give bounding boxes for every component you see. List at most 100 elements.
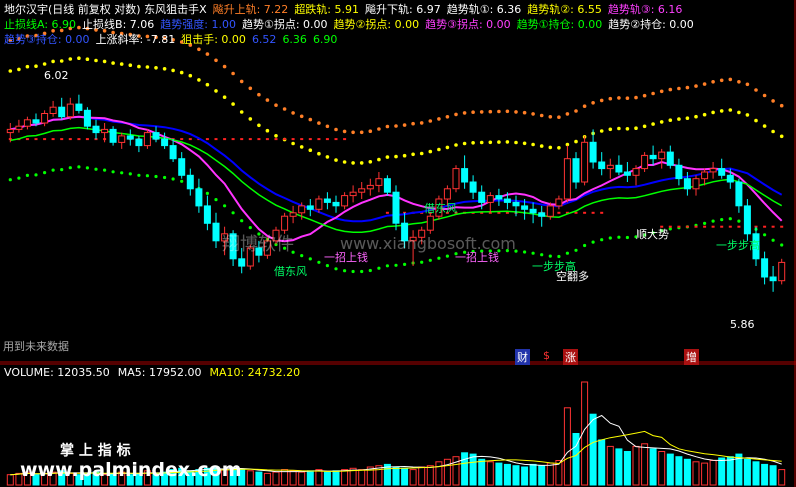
candle-body-80 bbox=[692, 178, 700, 190]
candle-body-2 bbox=[23, 119, 31, 127]
band-upper-dot-89 bbox=[771, 99, 775, 103]
volume-bar-65 bbox=[563, 407, 571, 486]
band-upper-dot-23 bbox=[205, 52, 210, 56]
band-upper-dot-34 bbox=[299, 114, 304, 119]
indicator-header-row-3: 趋势③持仓: 0.00 上涨斜率: -7.81 狙击手: 0.00 6.52 6.36 6… bbox=[4, 33, 343, 46]
candle-body-60 bbox=[521, 205, 529, 210]
stop-dot-2-82 bbox=[711, 225, 715, 228]
band-upper-dot-66 bbox=[574, 109, 578, 113]
band-mid-dot-31 bbox=[274, 134, 278, 138]
band-mid-dot-22 bbox=[197, 78, 201, 82]
band-mid-dot-76 bbox=[659, 120, 664, 124]
band-mid-dot-14 bbox=[128, 63, 133, 67]
candle-body-4 bbox=[41, 113, 49, 124]
volume-bar-71 bbox=[615, 448, 623, 486]
tag-dollar: $ bbox=[543, 349, 550, 362]
candle-body-56 bbox=[486, 195, 494, 203]
band-lower-dot-14 bbox=[128, 172, 132, 176]
band-upper-dot-85 bbox=[737, 80, 741, 84]
candle-body-69 bbox=[598, 161, 606, 170]
band-upper-dot-57 bbox=[497, 109, 501, 114]
band-lower-dot-27 bbox=[240, 219, 244, 223]
stop-dot-0-25 bbox=[223, 138, 227, 141]
band-mid-dot-78 bbox=[677, 117, 681, 121]
band-mid-dot-10 bbox=[94, 58, 98, 63]
band-mid-dot-6 bbox=[59, 59, 64, 63]
stop-dot-0-5 bbox=[51, 138, 55, 141]
band-upper-dot-52 bbox=[454, 112, 458, 117]
band-upper-dot-43 bbox=[377, 127, 381, 131]
stop-dot-1-64 bbox=[557, 211, 561, 214]
high-price-label: 6.02 bbox=[44, 69, 69, 82]
band-mid-dot-2 bbox=[25, 64, 30, 69]
candle-body-19 bbox=[169, 145, 177, 160]
band-upper-dot-70 bbox=[608, 96, 613, 101]
band-upper-dot-55 bbox=[479, 110, 484, 114]
row2-item-4: 趋势②拐点: 0.00 bbox=[333, 18, 420, 31]
volume-bar-49 bbox=[426, 465, 434, 486]
stop-dot-0-39 bbox=[343, 138, 347, 141]
volume-bar-70 bbox=[606, 445, 614, 486]
volume-bar-59 bbox=[512, 465, 520, 486]
candle-body-8 bbox=[75, 103, 83, 111]
candle-body-32 bbox=[281, 215, 289, 231]
candle-body-33 bbox=[289, 212, 297, 217]
volume-bar-47 bbox=[409, 469, 417, 486]
band-lower-dot-7 bbox=[68, 166, 72, 170]
tag-zhang: 涨 bbox=[563, 349, 578, 365]
band-lower-dot-10 bbox=[94, 167, 98, 171]
stop-dot-0-33 bbox=[291, 138, 295, 141]
band-mid-dot-27 bbox=[239, 110, 244, 114]
band-upper-dot-50 bbox=[437, 117, 441, 121]
candle-body-10 bbox=[92, 125, 100, 134]
stop-dot-2-78 bbox=[677, 225, 681, 228]
band-lower-dot-6 bbox=[60, 168, 64, 172]
row1-item-2: 超跌轨: 5.91 bbox=[294, 3, 360, 16]
volume-bar-82 bbox=[709, 460, 717, 486]
band-upper-dot-61 bbox=[531, 112, 535, 116]
band-upper-dot-90 bbox=[779, 103, 784, 108]
candle-body-70 bbox=[606, 164, 614, 170]
volume-bar-50 bbox=[435, 461, 443, 486]
band-lower-dot-28 bbox=[248, 226, 252, 230]
stop-dot-0-23 bbox=[205, 138, 209, 141]
band-upper-dot-49 bbox=[428, 119, 433, 123]
band-lower-dot-51 bbox=[445, 254, 449, 258]
volume-header: VOLUME: 12035.50 MA5: 17952.00 MA10: 24732… bbox=[4, 366, 308, 379]
band-upper-dot-86 bbox=[745, 82, 750, 87]
volume-bar-56 bbox=[486, 461, 494, 486]
candle-body-89 bbox=[769, 276, 777, 282]
candle-body-79 bbox=[683, 178, 691, 190]
candle-body-24 bbox=[212, 222, 220, 242]
band-lower-dot-61 bbox=[531, 251, 535, 255]
volume-bar-29 bbox=[255, 471, 263, 486]
band-lower-dot-35 bbox=[308, 257, 312, 261]
stop-dot-0-36 bbox=[317, 138, 321, 141]
stop-dot-2-79 bbox=[685, 225, 689, 228]
band-upper-dot-74 bbox=[642, 93, 647, 98]
volume-bar-83 bbox=[718, 457, 726, 486]
candle-body-15 bbox=[135, 138, 143, 147]
band-mid-dot-53 bbox=[462, 141, 467, 146]
candle-body-17 bbox=[152, 132, 160, 140]
band-lower-dot-5 bbox=[51, 168, 55, 172]
band-mid-dot-36 bbox=[317, 151, 321, 156]
band-lower-dot-49 bbox=[428, 258, 432, 262]
volume-bar-69 bbox=[598, 439, 606, 486]
band-mid-dot-40 bbox=[351, 161, 355, 165]
band-mid-dot-56 bbox=[488, 140, 493, 145]
band-mid-dot-44 bbox=[385, 155, 390, 159]
band-upper-dot-80 bbox=[694, 84, 698, 88]
band-mid-dot-48 bbox=[419, 151, 424, 156]
band-mid-dot-12 bbox=[111, 61, 115, 65]
candle-body-13 bbox=[118, 135, 126, 143]
row3-item-5: 6.90 bbox=[312, 33, 338, 46]
volume-bar-51 bbox=[443, 458, 451, 486]
stop-dot-2-85 bbox=[737, 225, 741, 228]
candle-body-55 bbox=[478, 191, 486, 203]
band-upper-dot-60 bbox=[522, 110, 527, 115]
band-lower-dot-85 bbox=[737, 219, 741, 223]
candle-body-61 bbox=[529, 208, 537, 214]
candle-body-35 bbox=[306, 205, 314, 210]
candle-body-73 bbox=[632, 168, 640, 176]
